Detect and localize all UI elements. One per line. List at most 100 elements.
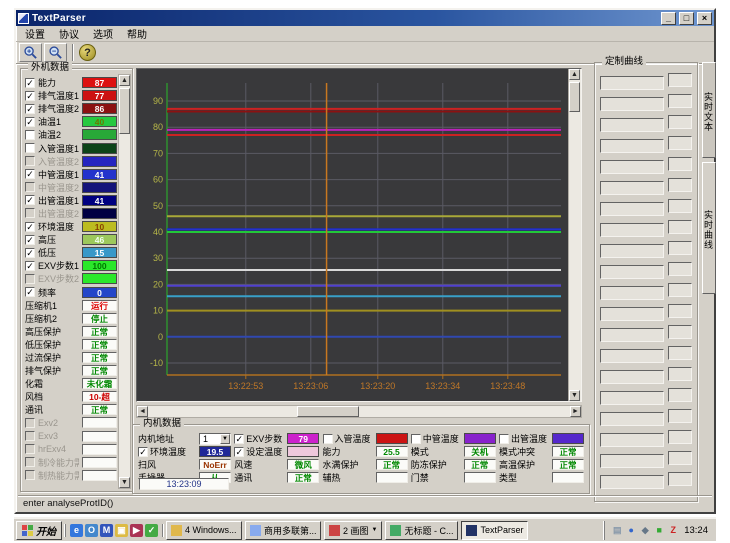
curve-name-field[interactable] (600, 412, 664, 426)
zoom-in-button[interactable] (19, 43, 42, 62)
scrollbar-thumb[interactable] (297, 406, 359, 417)
curve-value-field[interactable] (668, 157, 692, 171)
checkbox[interactable]: ✓ (25, 78, 35, 88)
tab-realtime-text[interactable]: 实时文本 (702, 62, 716, 158)
checkbox[interactable]: ✓ (25, 195, 35, 205)
media-icon[interactable]: ▶ (130, 524, 143, 537)
checkbox[interactable]: ✓ (25, 222, 35, 232)
taskbar-button[interactable]: TextParser (461, 521, 528, 540)
checkbox[interactable] (411, 434, 421, 444)
messenger-icon[interactable]: ● (625, 524, 637, 536)
menu-options[interactable]: 选项 (86, 25, 120, 42)
checkbox[interactable]: ✓ (25, 261, 35, 271)
curve-name-field[interactable] (600, 370, 664, 384)
restore-button[interactable]: □ (679, 12, 694, 25)
checkbox[interactable] (25, 130, 35, 140)
curve-name-field[interactable] (600, 433, 664, 447)
checkbox[interactable]: ✓ (25, 104, 35, 114)
curve-value-field[interactable] (668, 367, 692, 381)
chevron-down-icon[interactable]: ▼ (220, 434, 230, 444)
curve-name-field[interactable] (600, 160, 664, 174)
curve-value-field[interactable] (668, 304, 692, 318)
checkbox[interactable]: ✓ (25, 169, 35, 179)
scrollbar-thumb[interactable] (569, 82, 580, 112)
curve-name-field[interactable] (600, 328, 664, 342)
curve-value-field[interactable] (668, 220, 692, 234)
curve-value-field[interactable] (668, 472, 692, 486)
curve-value-field[interactable] (668, 430, 692, 444)
curve-value-field[interactable] (668, 388, 692, 402)
checkbox[interactable]: ✓ (25, 248, 35, 258)
curve-value-field[interactable] (668, 409, 692, 423)
help-button[interactable]: ? (79, 44, 96, 61)
tab-realtime-curve[interactable]: 实时曲线 (702, 162, 716, 294)
curve-name-field[interactable] (600, 349, 664, 363)
scroll-down-icon[interactable]: ▼ (119, 477, 130, 488)
checkbox[interactable]: ✓ (25, 235, 35, 245)
menu-settings[interactable]: 设置 (18, 25, 52, 42)
curve-name-field[interactable] (600, 76, 664, 90)
curve-name-field[interactable] (600, 475, 664, 489)
taskbar-button[interactable]: 4 Windows...▼ (166, 521, 242, 540)
scroll-right-icon[interactable]: ► (570, 406, 581, 417)
menu-help[interactable]: 帮助 (120, 25, 154, 42)
minimize-button[interactable]: _ (661, 12, 676, 25)
folder-icon[interactable]: ▣ (115, 524, 128, 537)
scroll-up-icon[interactable]: ▲ (119, 75, 130, 86)
scrollbar-thumb[interactable] (119, 88, 130, 134)
curve-name-field[interactable] (600, 454, 664, 468)
curve-name-field[interactable] (600, 139, 664, 153)
sidebar-scrollbar[interactable]: ▲ ▼ (118, 74, 131, 489)
checkbox[interactable]: ✓ (25, 91, 35, 101)
curve-name-field[interactable] (600, 265, 664, 279)
checkbox[interactable] (25, 143, 35, 153)
checkbox[interactable] (499, 434, 509, 444)
chart-vertical-scrollbar[interactable]: ▲ ▼ (568, 69, 581, 401)
scroll-up-icon[interactable]: ▲ (569, 69, 580, 80)
curve-value-field[interactable] (668, 262, 692, 276)
curve-value-field[interactable] (668, 94, 692, 108)
scroll-down-icon[interactable]: ▼ (569, 390, 580, 401)
curve-value-field[interactable] (668, 346, 692, 360)
curve-name-field[interactable] (600, 118, 664, 132)
chart-horizontal-scrollbar[interactable]: ◄ ► (136, 405, 582, 418)
curve-value-field[interactable] (668, 241, 692, 255)
update-icon[interactable]: ✓ (145, 524, 158, 537)
zoom-out-button[interactable] (44, 43, 67, 62)
scroll-left-icon[interactable]: ◄ (137, 406, 148, 417)
curve-name-field[interactable] (600, 181, 664, 195)
checkbox[interactable]: ✓ (25, 117, 35, 127)
checkbox[interactable]: ✓ (234, 434, 244, 444)
input-method-icon[interactable]: Z (667, 524, 679, 536)
curve-value-field[interactable] (668, 451, 692, 465)
curve-name-field[interactable] (600, 391, 664, 405)
indoor-address-combo[interactable]: 1▼ (199, 433, 231, 445)
curve-name-field[interactable] (600, 223, 664, 237)
msn-icon[interactable]: M (100, 524, 113, 537)
taskbar-button[interactable]: 无标题 - C... (385, 521, 458, 540)
volume-icon[interactable]: ◆ (639, 524, 651, 536)
curve-value-field[interactable] (668, 199, 692, 213)
curve-name-field[interactable] (600, 244, 664, 258)
print-queue-icon[interactable]: ▤ (611, 524, 623, 536)
outlook-icon[interactable]: O (85, 524, 98, 537)
menu-protocol[interactable]: 协议 (52, 25, 86, 42)
checkbox[interactable]: ✓ (138, 447, 148, 457)
curve-value-field[interactable] (668, 178, 692, 192)
curve-name-field[interactable] (600, 307, 664, 321)
checkbox[interactable] (323, 434, 333, 444)
taskbar-button[interactable]: 商用多联第... (245, 521, 321, 540)
checkbox[interactable]: ✓ (25, 287, 35, 297)
curve-name-field[interactable] (600, 97, 664, 111)
safety-icon[interactable]: ■ (653, 524, 665, 536)
taskbar-button[interactable]: 2 画图▼ (324, 521, 382, 540)
curve-value-field[interactable] (668, 73, 692, 87)
curve-name-field[interactable] (600, 202, 664, 216)
curve-value-field[interactable] (668, 115, 692, 129)
ie-icon[interactable]: e (70, 524, 83, 537)
curve-value-field[interactable] (668, 325, 692, 339)
checkbox[interactable]: ✓ (234, 447, 244, 457)
close-button[interactable]: × (697, 12, 712, 25)
curve-name-field[interactable] (600, 286, 664, 300)
curve-value-field[interactable] (668, 136, 692, 150)
